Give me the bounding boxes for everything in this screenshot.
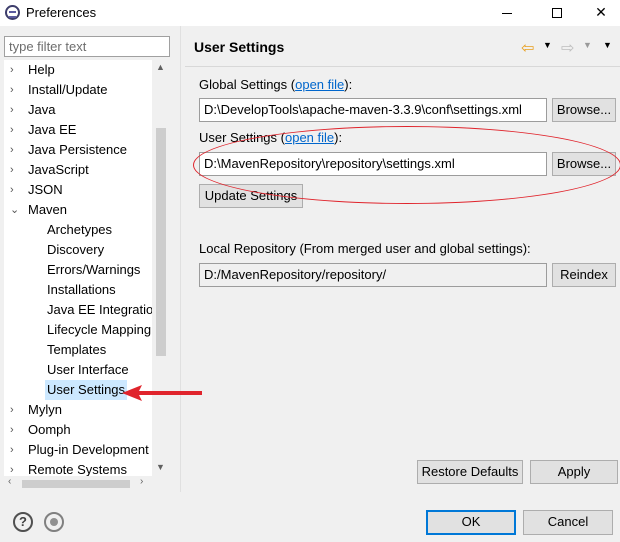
- window-title: Preferences: [26, 5, 97, 20]
- expand-icon[interactable]: ›: [10, 60, 20, 80]
- global-settings-label: Global Settings (open file):: [199, 77, 352, 92]
- back-arrow-icon[interactable]: ⇦: [521, 38, 534, 58]
- expand-icon[interactable]: ›: [10, 400, 20, 420]
- header-divider: [185, 66, 620, 67]
- forward-history-dropdown-icon[interactable]: ▼: [583, 40, 592, 50]
- expand-icon[interactable]: ›: [10, 160, 20, 180]
- scrollbar-thumb[interactable]: [22, 480, 130, 488]
- tree-item-label: Errors/Warnings: [47, 262, 141, 277]
- cancel-button[interactable]: Cancel: [523, 510, 613, 535]
- filter-input[interactable]: [4, 36, 170, 57]
- tree-item-label: User Settings: [45, 380, 128, 400]
- tree-item-label: Maven: [28, 202, 68, 217]
- eclipse-icon: [5, 5, 20, 20]
- tree-item-label: Lifecycle Mapping: [47, 322, 152, 337]
- tree-item-label: Remote Systems: [28, 462, 127, 476]
- tree-item-label: User Interface: [47, 362, 129, 377]
- scroll-up-icon[interactable]: ▲: [156, 62, 165, 72]
- tree-item-label: Plug-in Development: [28, 442, 149, 457]
- panel-splitter[interactable]: [180, 26, 184, 492]
- minimize-button[interactable]: [484, 0, 530, 26]
- ok-button[interactable]: OK: [426, 510, 516, 535]
- tree-item-label: Java: [28, 102, 56, 117]
- tree-item-label: Java EE Integration: [47, 302, 161, 317]
- restore-defaults-button[interactable]: Restore Defaults: [417, 460, 523, 484]
- expand-icon[interactable]: ›: [10, 120, 20, 140]
- scrollbar-thumb[interactable]: [156, 128, 166, 356]
- dialog-button-bar: ? OK Cancel: [0, 492, 620, 542]
- tree-horizontal-scrollbar[interactable]: ‹ ›: [4, 476, 152, 492]
- apply-button[interactable]: Apply: [530, 460, 618, 484]
- maximize-button[interactable]: [534, 0, 580, 26]
- red-annotation-arrow: [122, 385, 202, 401]
- tree-item-label: Java Persistence: [28, 142, 127, 157]
- help-icon[interactable]: ?: [13, 512, 33, 532]
- close-button[interactable]: ✕: [578, 0, 620, 26]
- preference-page: User Settings ⇦ ▼ ⇨ ▼ ▼ Global Settings …: [185, 26, 620, 492]
- collapse-icon[interactable]: ⌄: [10, 200, 20, 220]
- minimize-icon: [502, 12, 512, 14]
- tree-item-label: JavaScript: [28, 162, 89, 177]
- tree-item-label: Discovery: [47, 242, 105, 257]
- reindex-button[interactable]: Reindex: [552, 263, 616, 287]
- expand-icon[interactable]: ›: [10, 180, 20, 200]
- maximize-icon: [552, 8, 562, 19]
- back-history-dropdown-icon[interactable]: ▼: [543, 40, 552, 50]
- expand-icon[interactable]: ›: [10, 140, 20, 160]
- expand-icon[interactable]: ›: [10, 100, 20, 120]
- tree-vertical-scrollbar[interactable]: ▲ ▼: [152, 60, 170, 476]
- red-annotation-ellipse: [193, 126, 620, 204]
- view-menu-icon[interactable]: ▼: [603, 40, 612, 50]
- expand-icon[interactable]: ›: [10, 440, 20, 460]
- scroll-left-icon[interactable]: ‹: [8, 476, 11, 487]
- title-bar: Preferences ✕: [0, 0, 620, 26]
- global-settings-label-suffix: ):: [344, 77, 353, 92]
- tree-item-label: Java EE: [28, 122, 77, 137]
- forward-arrow-icon[interactable]: ⇨: [561, 38, 574, 58]
- tree-item-label: Archetypes: [47, 222, 113, 237]
- import-export-icon[interactable]: [44, 512, 64, 532]
- tree-item-label: JSON: [28, 182, 63, 197]
- tree-item-label: Install/Update: [28, 82, 108, 97]
- page-title: User Settings: [194, 39, 285, 55]
- tree-item-label: Installations: [47, 282, 116, 297]
- preferences-tree: › Help › Install/Update › Java › Java EE › Ja…: [4, 60, 170, 476]
- preferences-tree-panel: › Help › Install/Update › Java › Java EE › Ja…: [0, 26, 180, 492]
- expand-icon[interactable]: ›: [10, 460, 20, 476]
- scroll-down-icon[interactable]: ▼: [156, 462, 165, 472]
- tree-item-label: Oomph: [28, 422, 71, 437]
- tree-item-label: Templates: [47, 342, 107, 357]
- local-repository-label: Local Repository (From merged user and g…: [199, 241, 531, 256]
- global-browse-button[interactable]: Browse...: [552, 98, 616, 122]
- local-repository-path-field[interactable]: D:/MavenRepository/repository/: [199, 263, 547, 287]
- expand-icon[interactable]: ›: [10, 420, 20, 440]
- scroll-right-icon[interactable]: ›: [140, 476, 143, 487]
- global-open-file-link[interactable]: open file: [295, 77, 344, 92]
- global-settings-label-text: Global Settings (: [199, 77, 296, 92]
- tree-item-label: Mylyn: [28, 402, 62, 417]
- expand-icon[interactable]: ›: [10, 80, 20, 100]
- global-settings-path-field[interactable]: D:\DevelopTools\apache-maven-3.3.9\conf\…: [199, 98, 547, 122]
- tree-item-label: Help: [28, 62, 55, 77]
